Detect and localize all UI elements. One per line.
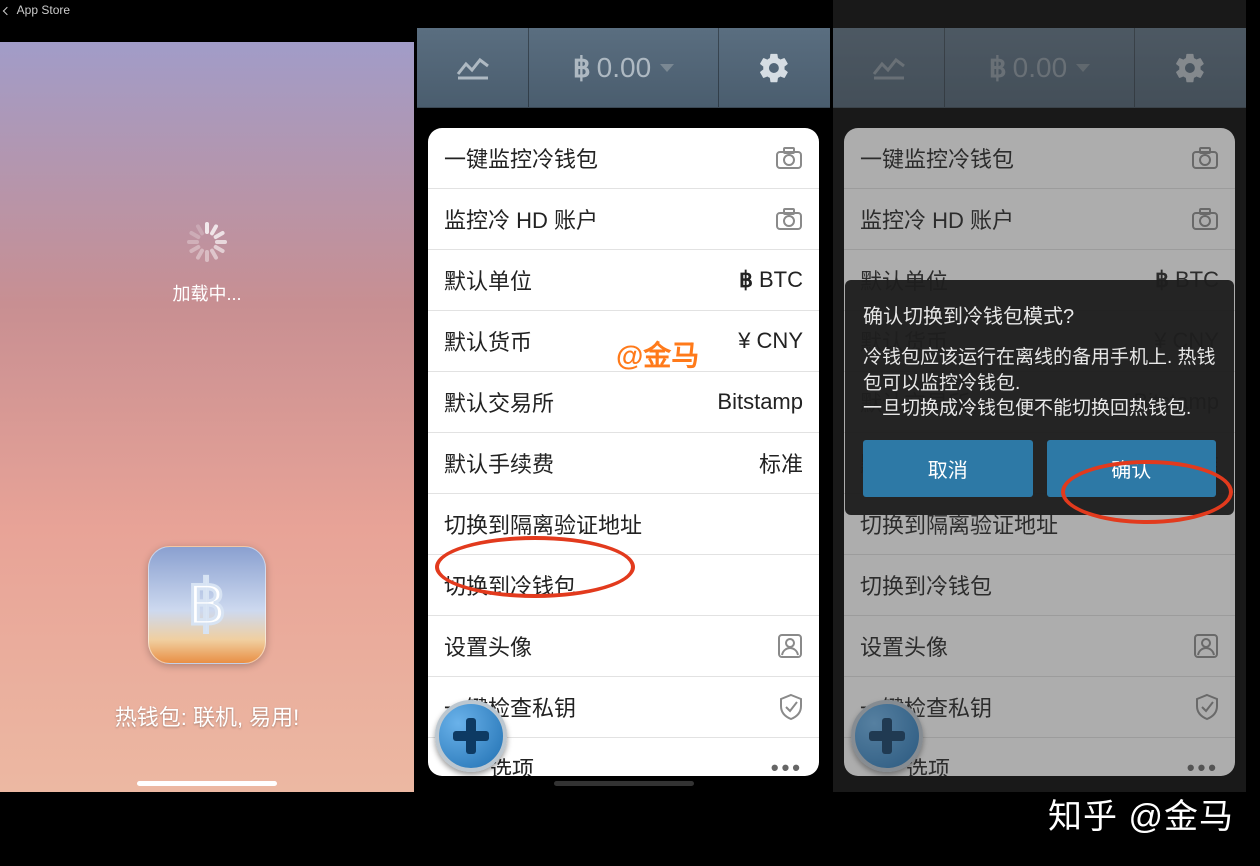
row-default-exchange[interactable]: 默认交易所 Bitstamp xyxy=(428,372,819,433)
splash-gradient: 加载中... ฿ 热钱包: 联机, 易用! xyxy=(0,42,414,792)
row-label: 默认手续费 xyxy=(444,447,554,479)
row-default-fee[interactable]: 默认手续费 标准 xyxy=(428,433,819,494)
row-label: 一键监控冷钱包 xyxy=(444,142,598,174)
camera-icon xyxy=(775,146,803,170)
tab-market[interactable] xyxy=(417,28,529,107)
loading-spinner-icon xyxy=(187,222,227,262)
status-bar: App Store xyxy=(0,0,414,20)
home-indicator xyxy=(554,781,694,786)
balance-value: 0.00 xyxy=(597,52,652,84)
home-indicator xyxy=(137,781,277,786)
bitcoin-icon: ฿ xyxy=(573,51,591,84)
watermark-corner: 知乎 @金马 xyxy=(1048,789,1234,838)
screen-loading: App Store 加载中... ฿ 热钱包: 联机, 易用! xyxy=(0,0,414,792)
tagline: 热钱包: 联机, 易用! xyxy=(115,700,300,732)
row-label: 设置头像 xyxy=(444,630,532,662)
loading-text: 加载中... xyxy=(172,280,241,306)
back-label: App Store xyxy=(17,3,70,17)
tab-settings[interactable] xyxy=(719,28,830,107)
screen-confirm-dialog: ฿ 0.00 一键监控冷钱包 监控冷 HD 账户 默认单位 ฿BTC 默 xyxy=(833,0,1246,792)
more-icon: ••• xyxy=(771,755,803,776)
row-value: Bitstamp xyxy=(717,389,803,415)
row-set-avatar[interactable]: 设置头像 xyxy=(428,616,819,677)
row-label: 默认货币 xyxy=(444,325,532,357)
currency-symbol: ¥ xyxy=(738,328,750,354)
row-label: 切换到隔离验证地址 xyxy=(444,508,642,540)
row-switch-cold[interactable]: 切换到冷钱包 xyxy=(428,555,819,616)
watermark-center: @金马 xyxy=(616,334,699,374)
row-default-unit[interactable]: 默认单位 ฿BTC xyxy=(428,250,819,311)
row-label: 默认单位 xyxy=(444,264,532,296)
row-value: BTC xyxy=(759,267,803,293)
dialog-body: 冷钱包应该运行在离线的备用手机上. 热钱包可以监控冷钱包. 一旦切换成冷钱包便不… xyxy=(863,345,1216,422)
confirm-button[interactable]: 确认 xyxy=(1047,440,1217,497)
top-bar: ฿ 0.00 xyxy=(417,28,830,108)
shield-check-icon xyxy=(779,693,803,721)
dialog-title: 确认切换到冷钱包模式? xyxy=(863,300,1216,329)
chevron-down-icon xyxy=(660,64,674,72)
screen-settings: ฿ 0.00 一键监控冷钱包 监控冷 HD 账户 默认单位 ฿BTC 默 xyxy=(417,0,830,792)
row-monitor-hd[interactable]: 监控冷 HD 账户 xyxy=(428,189,819,250)
settings-panel: 一键监控冷钱包 监控冷 HD 账户 默认单位 ฿BTC 默认货币 ¥ CNY 默认… xyxy=(428,128,819,776)
app-logo-icon: ฿ xyxy=(148,546,266,664)
bitcoin-icon: ฿ xyxy=(739,267,753,293)
row-value: 标准 xyxy=(759,447,803,479)
row-value: CNY xyxy=(757,328,803,354)
row-monitor-cold[interactable]: 一键监控冷钱包 xyxy=(428,128,819,189)
svg-text:฿: ฿ xyxy=(187,569,226,638)
chevron-left-icon xyxy=(3,7,11,15)
row-label: 监控冷 HD 账户 xyxy=(444,203,598,235)
row-label: 默认交易所 xyxy=(444,386,554,418)
camera-icon xyxy=(775,207,803,231)
row-switch-segwit[interactable]: 切换到隔离验证地址 xyxy=(428,494,819,555)
row-label: 切换到冷钱包 xyxy=(444,569,576,601)
tab-balance[interactable]: ฿ 0.00 xyxy=(529,28,719,107)
back-to-appstore[interactable]: App Store xyxy=(4,3,70,17)
confirm-dialog: 确认切换到冷钱包模式? 冷钱包应该运行在离线的备用手机上. 热钱包可以监控冷钱包… xyxy=(845,280,1234,515)
avatar-icon xyxy=(777,633,803,659)
add-button[interactable] xyxy=(435,700,507,772)
cancel-button[interactable]: 取消 xyxy=(863,440,1033,497)
